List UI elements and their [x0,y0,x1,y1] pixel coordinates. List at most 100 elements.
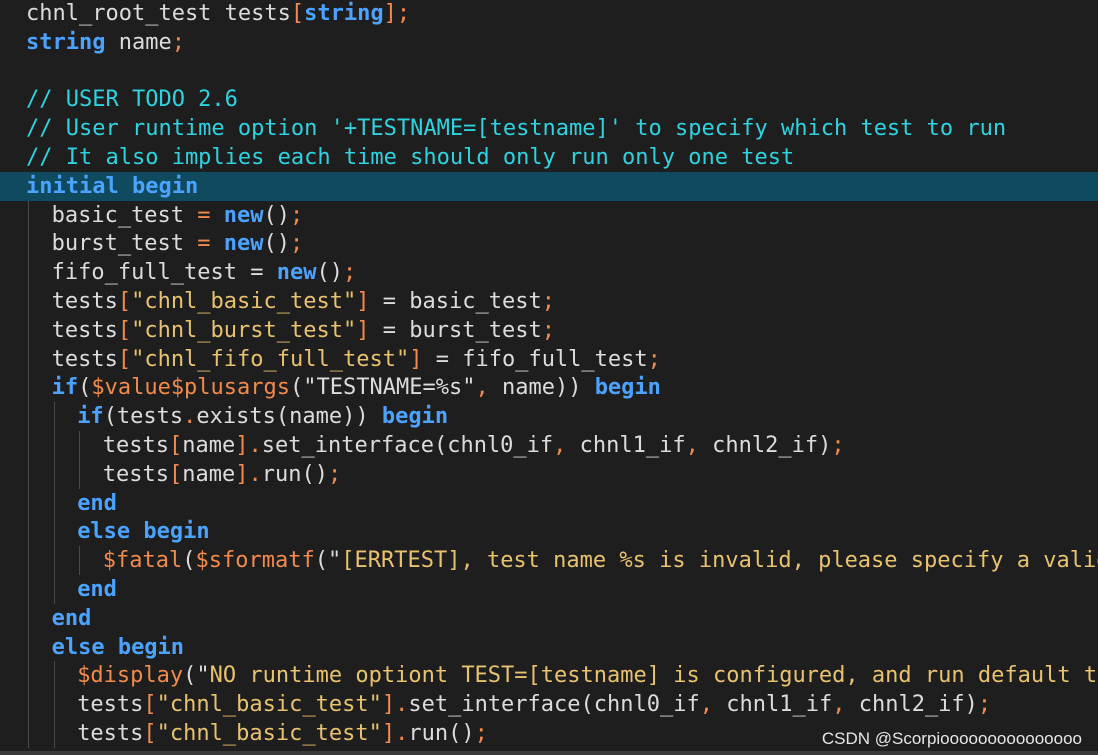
code-text: initial begin [26,172,198,201]
horizontal-scrollbar[interactable] [0,751,1098,755]
indent-guide [28,373,29,403]
code-token: () [263,202,291,228]
code-token: [ [143,721,157,746]
code-token: // It also implies each time should only… [26,145,795,170]
code-token: . [183,404,197,430]
code-token: ; [328,461,342,487]
code-text: if(tests.exists(name)) begin [77,402,448,431]
code-token: NO runtime optiont TEST=[testname] is co… [209,663,1098,689]
indent-guide [53,719,55,748]
indent-guide [53,431,55,460]
code-text: $fatal($sformatf("[ERRTEST], test name %… [103,546,1098,575]
code-line[interactable] [0,57,1098,86]
code-token: ( [78,375,92,401]
code-token: chnl1_if [566,433,686,458]
code-line[interactable]: // It also implies each time should only… [0,143,1098,172]
code-line[interactable]: burst_test = new(); [0,229,1098,259]
code-token: , [832,692,846,718]
indent-guide [28,287,29,316]
code-token: [ [290,1,305,26]
indent-guide [53,402,55,432]
code-token: string [304,1,384,26]
code-token: $fatal [102,548,183,574]
code-token: tests [102,433,170,458]
code-token: initial begin [26,173,199,199]
code-line[interactable]: end [0,603,1098,633]
indent-guide [28,344,29,374]
code-line[interactable]: else begin [0,632,1098,662]
code-token: begin [594,375,661,401]
code-token: name)) [488,375,595,401]
indent-guide [53,575,55,604]
indent-guide [28,229,29,259]
code-token: ("TESTNAME=%s" [290,375,476,401]
code-line[interactable]: chnl_root_test tests[string]; [0,0,1098,28]
code-token: [ [117,346,132,372]
code-line-current[interactable]: initial begin [0,171,1098,201]
code-token: tests [51,346,118,372]
code-editor[interactable]: chnl_root_test tests[string]; string name… [0,0,1098,755]
indent-guide [28,690,29,720]
code-line[interactable]: tests["chnl_basic_test"] = basic_test; [0,287,1098,316]
code-token: "chnl_basic_test" [156,721,382,746]
code-token: begin [381,404,449,430]
code-line[interactable]: $fatal($sformatf("[ERRTEST], test name %… [0,546,1098,576]
code-token: "chnl_basic_test" [156,692,382,718]
code-text: burst_test = new(); [52,229,304,258]
code-text: basic_test = new(); [52,201,304,230]
code-token: run() [261,461,328,487]
code-line[interactable]: fifo_full_test = new(); [0,258,1098,288]
code-token: chnl2_if) [845,692,978,718]
code-line[interactable]: $display("NO runtime optiont TEST=[testn… [0,661,1098,691]
code-token: // USER TODO 2.6 [26,87,238,113]
code-token: $sformatf [195,548,315,574]
code-line[interactable]: tests["chnl_burst_test"] = burst_test; [0,315,1098,345]
code-token: ]. [235,461,262,487]
code-line[interactable]: // User runtime option '+TESTNAME=[testn… [0,114,1098,143]
code-text: tests["chnl_fifo_full_test"] = fifo_full… [52,345,661,374]
code-token: [ [117,289,132,314]
indent-guide [28,488,29,518]
code-text: tests[name].run(); [103,460,341,489]
code-token: run() [408,721,475,746]
code-line[interactable]: basic_test = new(); [0,200,1098,230]
code-line[interactable]: else begin [0,517,1098,547]
indent-guide [28,402,29,432]
code-token: [ERRTEST], test name %s is invalid, plea… [341,548,1098,574]
code-line[interactable]: tests["chnl_fifo_full_test"] = fifo_full… [0,344,1098,374]
indent-guide [28,431,29,460]
code-token: name [182,461,236,487]
code-line[interactable]: if(tests.exists(name)) begin [0,402,1098,432]
code-text: fifo_full_test = new(); [52,258,357,287]
code-text: end [52,604,92,633]
code-text: tests["chnl_basic_test"] = basic_test; [52,287,555,316]
code-token: ]; [383,1,411,26]
code-line[interactable]: tests["chnl_basic_test"].set_interface(c… [0,690,1098,720]
code-line[interactable]: end [0,488,1098,518]
code-text: chnl_root_test tests[string]; [26,0,410,28]
code-line[interactable]: tests[name].set_interface(chnl0_if, chnl… [0,431,1098,460]
code-line[interactable]: tests[name].run(); [0,459,1098,489]
code-token: else begin [77,519,210,545]
code-token: end [51,605,92,631]
code-line[interactable]: string name; [0,28,1098,57]
indent-guide [28,546,29,576]
code-text: else begin [77,517,209,546]
code-text: end [77,489,117,518]
code-token: ; [541,317,555,343]
code-line[interactable]: // USER TODO 2.6 [0,85,1098,114]
code-token: = burst_test [369,317,542,343]
indent-guide [53,661,55,691]
code-text: // User runtime option '+TESTNAME=[testn… [26,114,1006,143]
code-line[interactable]: if($value$plusargs("TESTNAME=%s", name))… [0,373,1098,403]
code-token: "chnl_burst_test" [131,317,357,343]
indent-guide [28,258,29,288]
code-text: tests["chnl_basic_test"].run(); [77,719,488,748]
code-token: set_interface(chnl0_if [408,692,700,718]
code-line[interactable]: end [0,575,1098,604]
indent-guide [53,690,55,720]
indent-guide [28,719,29,748]
code-token: $value$plusargs [91,375,291,401]
code-text: // It also implies each time should only… [26,143,794,172]
